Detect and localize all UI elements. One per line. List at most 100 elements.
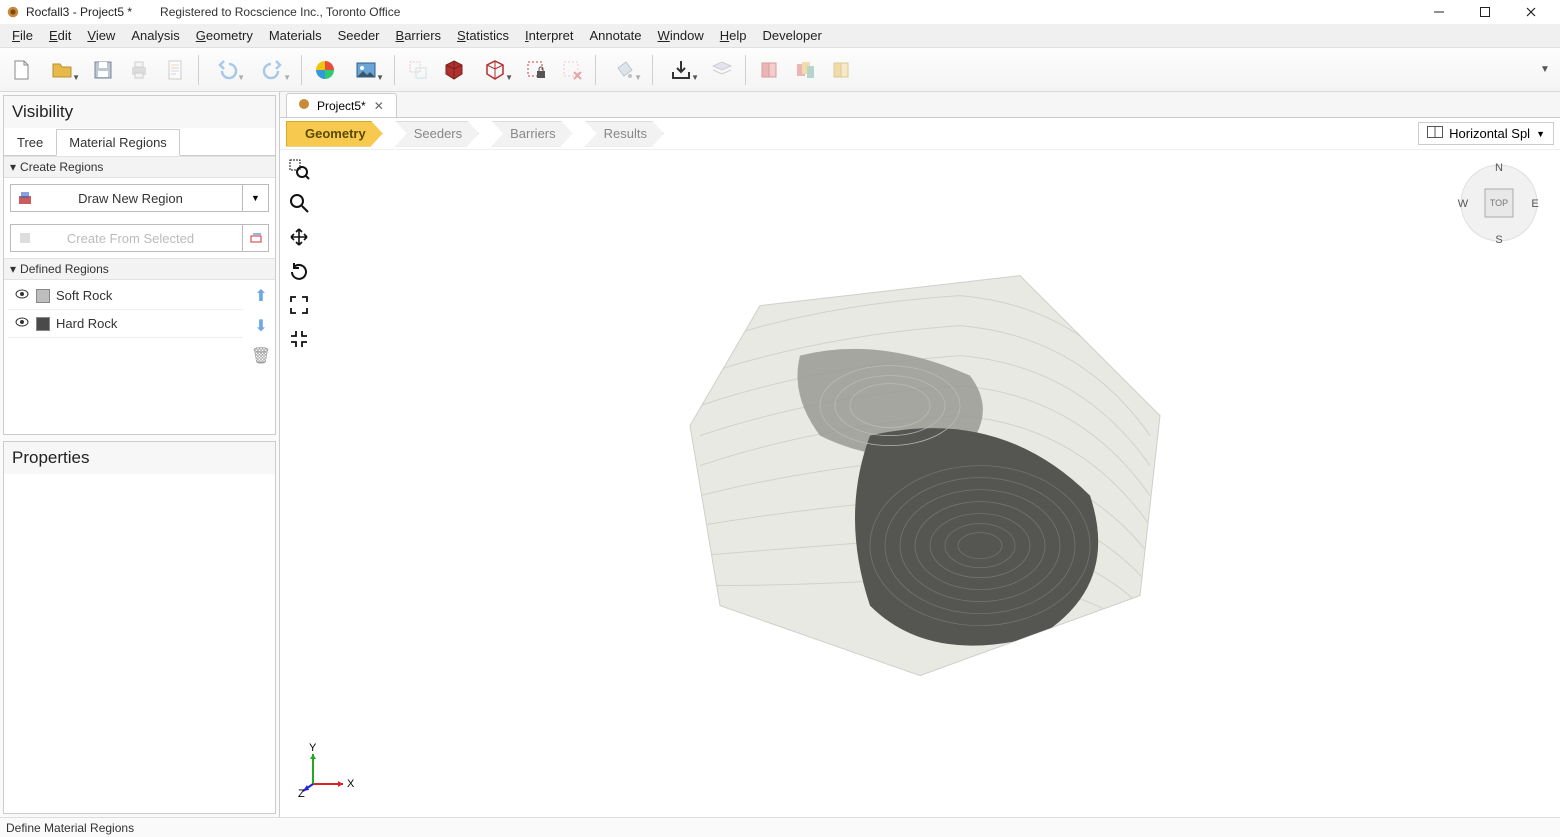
book-gold-icon[interactable] bbox=[824, 53, 858, 87]
move-up-icon[interactable]: ⬆ bbox=[254, 286, 267, 306]
region-side-tools: ⬆ ⬇ 🗑 bbox=[247, 280, 275, 434]
visibility-eye-icon[interactable] bbox=[14, 314, 30, 333]
new-file-icon[interactable] bbox=[4, 53, 38, 87]
stage-results[interactable]: Results bbox=[585, 121, 664, 147]
fit-collapse-icon[interactable] bbox=[286, 326, 312, 352]
document-tabs: Project5* ✕ bbox=[280, 92, 1560, 118]
save-icon[interactable] bbox=[86, 53, 120, 87]
menu-barriers[interactable]: Barriers bbox=[388, 26, 450, 45]
book-red-icon[interactable] bbox=[752, 53, 786, 87]
menu-annotate[interactable]: Annotate bbox=[581, 26, 649, 45]
registration-text: Registered to Rocscience Inc., Toronto O… bbox=[160, 5, 400, 19]
selection-delete-icon[interactable] bbox=[555, 53, 589, 87]
window-title: Rocfall3 - Project5 * bbox=[26, 5, 132, 19]
material-swatch bbox=[36, 317, 50, 331]
chevron-down-icon: ▾ bbox=[10, 262, 16, 276]
zoom-icon[interactable] bbox=[286, 190, 312, 216]
maximize-button[interactable] bbox=[1462, 0, 1508, 24]
properties-title: Properties bbox=[4, 442, 275, 474]
cube-red-icon[interactable] bbox=[437, 53, 471, 87]
stage-barriers[interactable]: Barriers bbox=[491, 121, 573, 147]
open-folder-icon[interactable]: ▼ bbox=[40, 53, 84, 87]
menu-interpret[interactable]: Interpret bbox=[517, 26, 581, 45]
bucket-icon[interactable]: ▼ bbox=[602, 53, 646, 87]
chevron-down-icon: ▾ bbox=[10, 160, 16, 174]
viewport-3d[interactable]: TOP N S E W X Y Z bbox=[280, 150, 1560, 817]
app-icon bbox=[6, 5, 20, 19]
compass-s: S bbox=[1495, 234, 1502, 246]
cube-wire-icon[interactable]: ▼ bbox=[473, 53, 517, 87]
menu-edit[interactable]: Edit bbox=[41, 26, 79, 45]
region-label: Soft Rock bbox=[56, 288, 112, 303]
transform-icon[interactable] bbox=[401, 53, 435, 87]
create-from-selected-aux[interactable] bbox=[243, 224, 269, 252]
compass-face-label: TOP bbox=[1490, 198, 1508, 208]
terrain-model[interactable] bbox=[660, 265, 1180, 685]
tab-material-regions[interactable]: Material Regions bbox=[56, 129, 180, 156]
draw-new-region-button[interactable]: Draw New Region bbox=[10, 184, 243, 212]
status-bar: Define Material Regions bbox=[0, 817, 1560, 837]
image-icon[interactable]: ▼ bbox=[344, 53, 388, 87]
menu-developer[interactable]: Developer bbox=[755, 26, 830, 45]
visibility-title: Visibility bbox=[4, 96, 275, 128]
axis-z-label: Z bbox=[298, 788, 305, 799]
fit-expand-icon[interactable] bbox=[286, 292, 312, 318]
region-item[interactable]: Soft Rock bbox=[8, 282, 243, 310]
draw-region-icon bbox=[11, 190, 39, 206]
color-wheel-icon[interactable] bbox=[308, 53, 342, 87]
menu-window[interactable]: Window bbox=[650, 26, 712, 45]
stage-geometry[interactable]: Geometry bbox=[286, 121, 383, 147]
view-compass[interactable]: TOP N S E W bbox=[1456, 160, 1542, 246]
create-regions-label: Create Regions bbox=[20, 160, 103, 174]
close-button[interactable] bbox=[1508, 0, 1554, 24]
menu-view[interactable]: View bbox=[79, 26, 123, 45]
minimize-button[interactable] bbox=[1416, 0, 1462, 24]
document-tab-icon bbox=[297, 97, 311, 114]
stage-seeders[interactable]: Seeders bbox=[395, 121, 479, 147]
book-stack-icon[interactable] bbox=[788, 53, 822, 87]
menu-help[interactable]: Help bbox=[712, 26, 755, 45]
layer-icon[interactable] bbox=[705, 53, 739, 87]
title-bar: Rocfall3 - Project5 * Registered to Rocs… bbox=[0, 0, 1560, 24]
visibility-eye-icon[interactable] bbox=[14, 286, 30, 305]
print-icon[interactable] bbox=[122, 53, 156, 87]
undo-icon[interactable]: ▼ bbox=[205, 53, 249, 87]
redo-icon[interactable]: ▼ bbox=[251, 53, 295, 87]
selection-lock-icon[interactable] bbox=[519, 53, 553, 87]
rotate-icon[interactable] bbox=[286, 258, 312, 284]
menu-statistics[interactable]: Statistics bbox=[449, 26, 517, 45]
defined-regions-header[interactable]: ▾ Defined Regions bbox=[4, 258, 275, 280]
left-panel: Visibility Tree Material Regions ▾ Creat… bbox=[0, 92, 280, 817]
delete-icon[interactable]: 🗑 bbox=[251, 346, 271, 366]
menu-analysis[interactable]: Analysis bbox=[123, 26, 187, 45]
import-icon[interactable]: ▼ bbox=[659, 53, 703, 87]
menu-geometry[interactable]: Geometry bbox=[188, 26, 261, 45]
draw-new-region-dropdown[interactable]: ▼ bbox=[243, 184, 269, 212]
tab-tree[interactable]: Tree bbox=[4, 129, 56, 156]
menu-file[interactable]: File bbox=[4, 26, 41, 45]
axis-gizmo: X Y Z bbox=[298, 739, 358, 799]
menu-materials[interactable]: Materials bbox=[261, 26, 330, 45]
move-down-icon[interactable]: ⬇ bbox=[254, 316, 267, 336]
zoom-window-icon[interactable] bbox=[286, 156, 312, 182]
pan-icon[interactable] bbox=[286, 224, 312, 250]
draw-new-region-label: Draw New Region bbox=[39, 191, 242, 206]
status-text: Define Material Regions bbox=[6, 821, 134, 835]
region-item[interactable]: Hard Rock bbox=[8, 310, 243, 338]
create-selected-icon bbox=[11, 230, 39, 246]
create-from-selected-button[interactable]: Create From Selected bbox=[10, 224, 243, 252]
viewport-tools bbox=[286, 156, 312, 352]
compass-n: N bbox=[1495, 162, 1503, 174]
axis-y-label: Y bbox=[309, 742, 317, 754]
stage-bar: Geometry Seeders Barriers Results Horizonta… bbox=[280, 118, 1560, 150]
document-icon[interactable] bbox=[158, 53, 192, 87]
ribbon-options-dropdown[interactable]: ▼ bbox=[1534, 64, 1556, 75]
create-regions-header[interactable]: ▾ Create Regions bbox=[4, 156, 275, 178]
split-label: Horizontal Spl bbox=[1449, 126, 1530, 141]
menu-seeder[interactable]: Seeder bbox=[330, 26, 388, 45]
visibility-tabs: Tree Material Regions bbox=[4, 128, 275, 156]
material-swatch bbox=[36, 289, 50, 303]
split-view-dropdown[interactable]: Horizontal Spl ▼ bbox=[1418, 122, 1554, 145]
tab-close-icon[interactable]: ✕ bbox=[372, 99, 386, 113]
document-tab[interactable]: Project5* ✕ bbox=[286, 93, 397, 117]
